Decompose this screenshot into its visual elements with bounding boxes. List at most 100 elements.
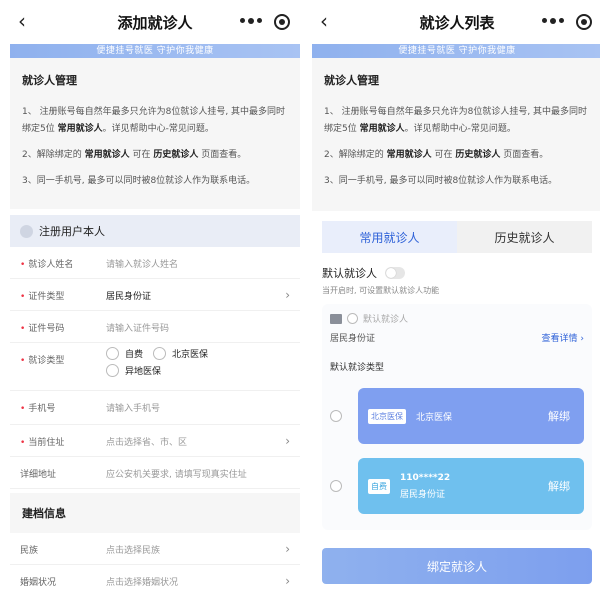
slogan-banner: 便捷挂号就医 守护你我健康 xyxy=(312,44,600,58)
notice-text: 2、解除绑定的 xyxy=(324,150,387,160)
radio[interactable] xyxy=(106,347,119,360)
view-details-link[interactable]: 查看详情 › xyxy=(542,331,585,344)
unbind-button[interactable]: 解绑 xyxy=(548,408,570,424)
visit-type-item: 北京医保 北京医保 解绑 xyxy=(330,388,584,444)
required-mark: • xyxy=(20,260,26,270)
slogan-banner: 便捷挂号就医 守护你我健康 xyxy=(10,44,300,58)
link-text: 查看详情 xyxy=(541,334,578,344)
patient-list-screen: ‹ 就诊人列表 便捷挂号就医 守护你我健康 就诊人管理 1、 注册账号每自然年最… xyxy=(312,0,600,592)
default-radio[interactable] xyxy=(347,313,358,324)
address-field-row[interactable]: • 当前住址 点击选择省、市、区 › xyxy=(10,425,300,457)
idno-label: • 证件号码 xyxy=(20,311,106,334)
option-label: 异地医保 xyxy=(125,367,162,377)
idtype-select[interactable]: 居民身份证 xyxy=(106,279,290,302)
notice-heading: 就诊人管理 xyxy=(22,74,77,87)
patient-tabs: 常用就诊人 历史就诊人 xyxy=(322,221,592,253)
self-radio[interactable] xyxy=(20,224,33,238)
default-patient-row: 默认就诊人 xyxy=(312,253,600,281)
close-miniapp-icon[interactable] xyxy=(274,14,290,30)
address-select[interactable]: 点击选择省、市、区 xyxy=(106,425,290,448)
idno-input[interactable]: 请输入证件号码 xyxy=(106,311,290,334)
notice-bold: 常用就诊人 xyxy=(84,150,130,160)
register-self-option[interactable]: 注册用户本人 xyxy=(10,215,300,247)
option-self-pay[interactable]: 自费 xyxy=(106,347,143,360)
notice-text: 可在 xyxy=(431,150,456,160)
idtype-label: • 证件类型 xyxy=(20,279,106,302)
required-mark: • xyxy=(20,356,26,366)
insurance-name: 北京医保 xyxy=(416,412,453,423)
self-label: 注册用户本人 xyxy=(39,225,105,238)
card-id-row: 居民身份证 查看详情 › xyxy=(330,331,584,344)
visittype-field-row: • 就诊类型 自费 北京医保 异地医保 xyxy=(10,343,300,391)
radio[interactable] xyxy=(106,364,119,377)
notice-text: 。详见帮助中心-常见问题。 xyxy=(102,124,214,134)
notice-item-1: 1、 注册账号每自然年最多只允许为8位就诊人挂号, 其中最多同时绑定5位 常用就… xyxy=(22,104,288,138)
marital-label: 婚姻状况 xyxy=(20,578,57,588)
detail-address-input[interactable]: 应公安机关要求, 请填写现真实住址 xyxy=(106,457,290,480)
name-label: • 就诊人姓名 xyxy=(20,247,106,270)
marital-field-row[interactable]: 婚姻状况 点击选择婚姻状况 › xyxy=(10,565,300,592)
card-idtype: 居民身份证 xyxy=(330,334,376,344)
notice-text: 页面查看。 xyxy=(198,150,247,160)
more-icon[interactable] xyxy=(542,17,564,24)
visittype-label: • 就诊类型 xyxy=(20,343,106,366)
label-text: 当前住址 xyxy=(28,438,65,448)
radio[interactable] xyxy=(153,347,167,360)
add-patient-screen: ‹ 添加就诊人 便捷挂号就医 守护你我健康 就诊人管理 1、 注册账号每自然年最… xyxy=(10,0,300,592)
folder-icon xyxy=(330,313,342,324)
ethnic-field-row[interactable]: 民族 点击选择民族 › xyxy=(10,533,300,565)
phone-field-row: • 手机号 请输入手机号 xyxy=(10,391,300,425)
visit-type-box: 自费 110****22 居民身份证 解绑 xyxy=(358,458,584,514)
name-input[interactable]: 请输入就诊人姓名 xyxy=(106,247,290,270)
option-beijing-insurance[interactable]: 北京医保 xyxy=(153,347,208,360)
ethnic-select[interactable]: 点击选择民族 xyxy=(106,533,290,556)
marital-select[interactable]: 点击选择婚姻状况 xyxy=(106,565,290,588)
option-label: 自费 xyxy=(125,350,144,360)
label-text: 就诊人姓名 xyxy=(28,260,74,270)
address-label: • 当前住址 xyxy=(20,425,106,448)
notice-bold: 常用就诊人 xyxy=(359,124,405,134)
nav-bar: ‹ 添加就诊人 xyxy=(10,0,300,44)
chevron-right-icon: › xyxy=(285,574,290,588)
detail-address-row: 详细地址 应公安机关要求, 请填写现真实住址 xyxy=(10,457,300,489)
required-mark: • xyxy=(20,292,26,302)
bind-patient-button[interactable]: 绑定就诊人 xyxy=(322,548,592,584)
nav-bar: ‹ 就诊人列表 xyxy=(312,0,600,44)
idtype-field-row[interactable]: • 证件类型 居民身份证 › xyxy=(10,279,300,311)
unbind-button[interactable]: 解绑 xyxy=(548,478,570,494)
phone-input[interactable]: 请输入手机号 xyxy=(106,391,290,414)
back-arrow-icon[interactable]: ‹ xyxy=(320,10,328,32)
phone-label: • 手机号 xyxy=(20,391,106,414)
notice-item-2: 2、解除绑定的 常用就诊人 可在 历史就诊人 页面查看。 xyxy=(324,147,590,164)
back-arrow-icon[interactable]: ‹ xyxy=(18,10,26,32)
default-patient-placeholder: 默认就诊人 xyxy=(363,315,409,325)
chevron-right-icon: › xyxy=(580,334,584,344)
notice-item-3: 3、同一手机号, 最多可以同时被8位就诊人作为联系电话。 xyxy=(22,176,256,186)
label-text: 证件类型 xyxy=(28,292,65,302)
default-patient-label: 默认就诊人 xyxy=(322,267,377,280)
default-patient-toggle[interactable] xyxy=(385,267,405,279)
required-mark: • xyxy=(20,324,26,334)
tab-common-patients[interactable]: 常用就诊人 xyxy=(322,221,457,253)
label-text: 证件号码 xyxy=(28,324,65,334)
chevron-right-icon: › xyxy=(285,542,290,556)
visittype-options: 自费 北京医保 异地医保 xyxy=(106,343,236,377)
page-title: 就诊人列表 xyxy=(419,13,495,32)
item-radio[interactable] xyxy=(330,480,342,492)
close-miniapp-icon[interactable] xyxy=(576,14,592,30)
self-pay-tag: 自费 xyxy=(368,478,390,494)
required-mark: • xyxy=(20,404,26,414)
notice-panel: 就诊人管理 1、 注册账号每自然年最多只允许为8位就诊人挂号, 其中最多同时绑定… xyxy=(10,58,300,209)
more-icon[interactable] xyxy=(240,17,262,24)
notice-panel: 就诊人管理 1、 注册账号每自然年最多只允许为8位就诊人挂号, 其中最多同时绑定… xyxy=(312,58,600,211)
archive-section-title: 建档信息 xyxy=(10,493,300,533)
item-radio[interactable] xyxy=(330,410,342,422)
tab-history-patients[interactable]: 历史就诊人 xyxy=(457,221,592,253)
ethnic-label: 民族 xyxy=(20,546,39,556)
visit-type-item: 自费 110****22 居民身份证 解绑 xyxy=(330,458,584,514)
notice-bold: 历史就诊人 xyxy=(455,150,501,160)
option-remote-insurance[interactable]: 异地医保 xyxy=(106,364,161,377)
insurance-tag: 北京医保 xyxy=(368,408,406,424)
required-mark: • xyxy=(20,438,26,448)
idno-field-row: • 证件号码 请输入证件号码 xyxy=(10,311,300,343)
